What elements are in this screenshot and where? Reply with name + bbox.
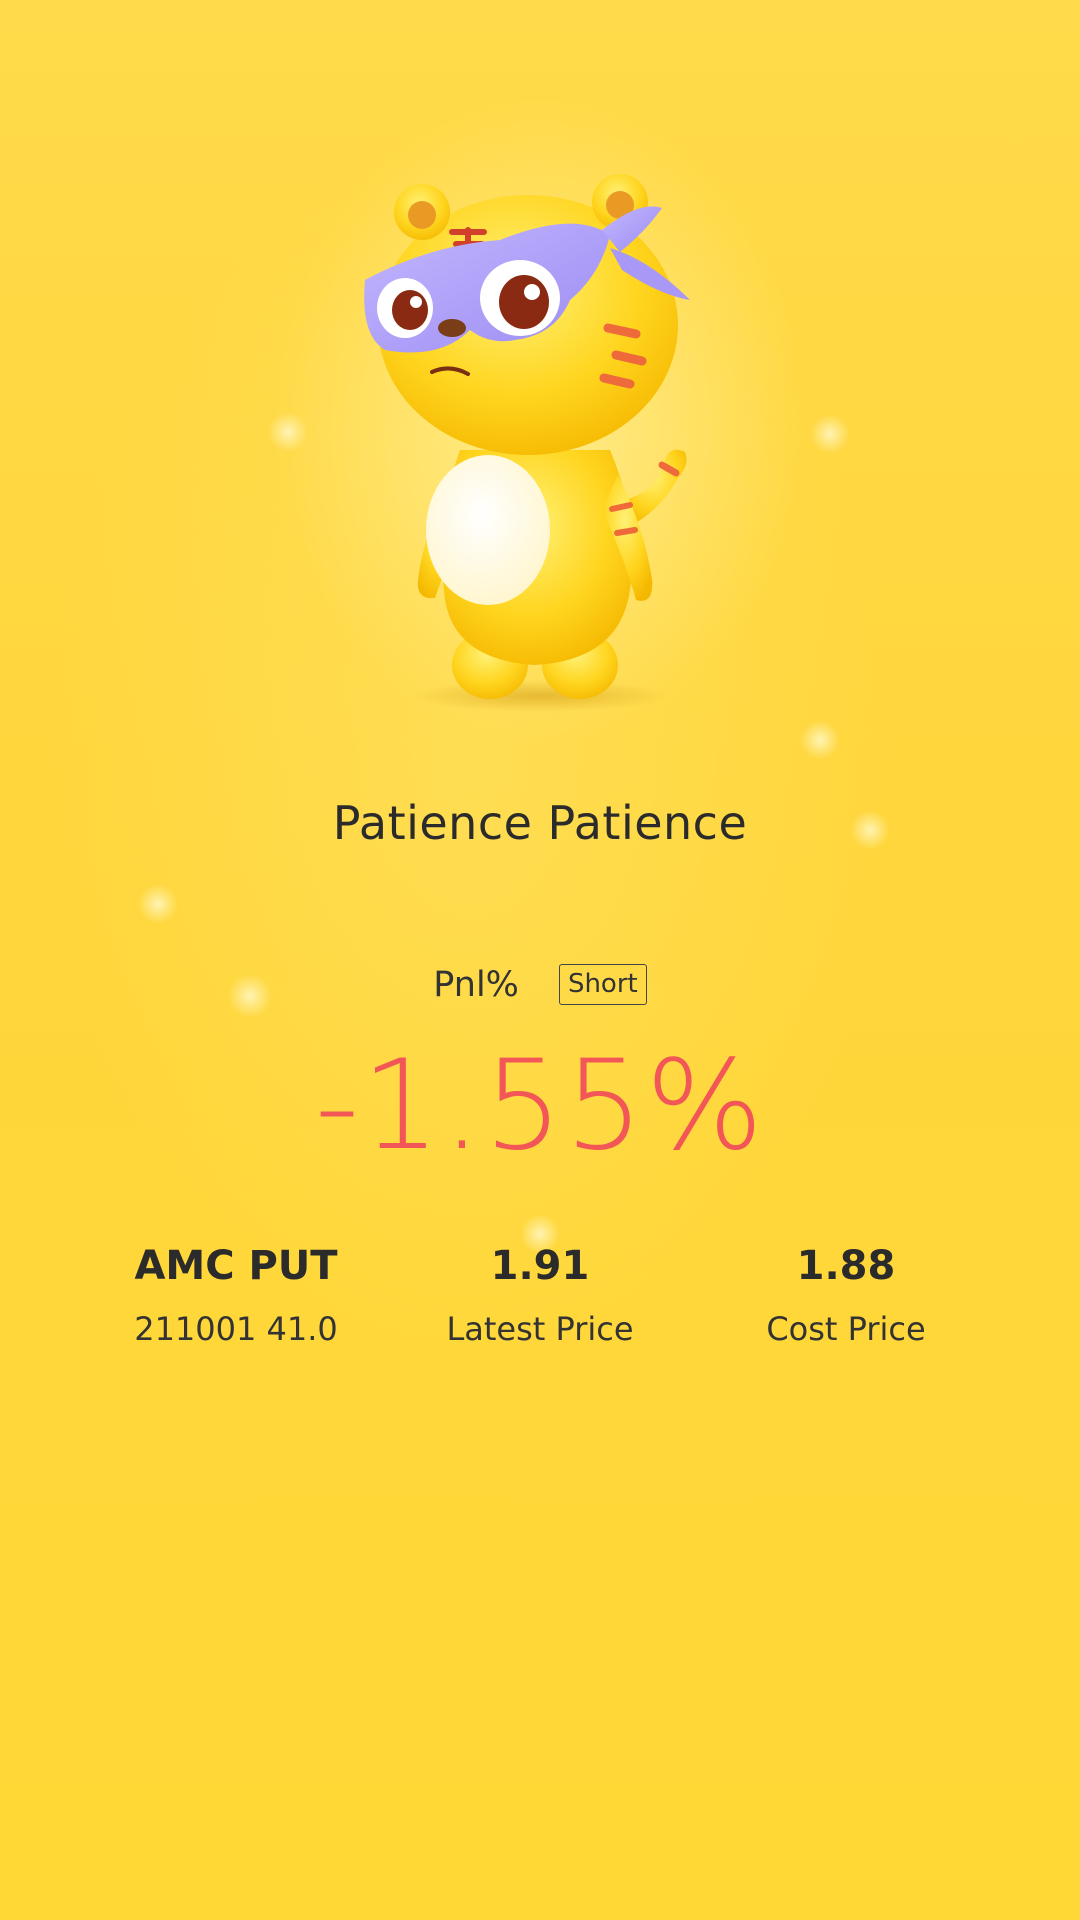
contract-details: 211001 41.0 xyxy=(134,1310,338,1348)
symbol-name: AMC PUT xyxy=(134,1243,338,1289)
bokeh-light xyxy=(268,412,308,452)
bokeh-light xyxy=(800,720,840,760)
cost-price-value: 1.88 xyxy=(796,1243,896,1289)
latest-price-label: Latest Price xyxy=(446,1310,634,1348)
latest-price-block: 1.91 Latest Price xyxy=(390,1236,690,1354)
tiger-mascot-masked-icon xyxy=(340,160,780,720)
pnl-percentage: -1.55% xyxy=(314,1034,766,1178)
page-title: Patience Patience xyxy=(332,796,748,850)
direction-badge: Short xyxy=(558,964,647,1005)
pnl-label: Pnl% xyxy=(433,964,519,1005)
bokeh-light xyxy=(810,414,850,454)
cost-price-label: Cost Price xyxy=(766,1310,926,1348)
cost-price-block: 1.88 Cost Price xyxy=(696,1236,996,1354)
bokeh-light xyxy=(138,884,178,924)
latest-price-value: 1.91 xyxy=(490,1243,590,1289)
pnl-header: Pnl% Short xyxy=(0,964,1080,1005)
symbol-block: AMC PUT 211001 41.0 xyxy=(86,1236,386,1354)
